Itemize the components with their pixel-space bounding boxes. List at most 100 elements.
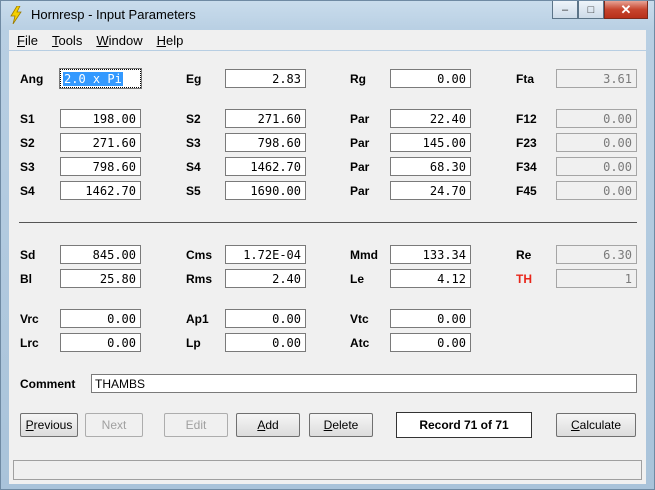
horn-f45-label: F45	[516, 184, 537, 198]
chamber-vtc-label: Vtc	[350, 312, 369, 326]
horn-par-label: Par	[350, 184, 370, 198]
eg-label: Eg	[186, 72, 202, 86]
horn-f23-field: 0.00	[556, 133, 637, 152]
menu-window-rest: indow	[108, 32, 143, 48]
horn-s3-field[interactable]: 798.60	[225, 133, 306, 152]
horn-par-field[interactable]: 145.00	[390, 133, 471, 152]
close-button[interactable]: ✕	[604, 1, 648, 19]
driver-rms-label: Rms	[186, 272, 213, 286]
chamber-atc-field[interactable]: 0.00	[390, 333, 471, 352]
horn-par-label: Par	[350, 112, 370, 126]
menu-window[interactable]: Window	[96, 33, 142, 48]
menu-window-mnemonic: W	[96, 32, 109, 48]
chamber-vrc-label: Vrc	[20, 312, 39, 326]
chamber-ap1-field[interactable]: 0.00	[225, 309, 306, 328]
input-parameters-panel: Ang 2.0 x Pi Eg 2.83 Rg 0.00 Fta 3.61 S1…	[9, 51, 646, 484]
driver-sd-field[interactable]: 845.00	[60, 245, 141, 264]
add-mnemonic: A	[257, 418, 266, 432]
driver-bl-label: Bl	[20, 272, 32, 286]
horn-s1-field[interactable]: 198.00	[60, 109, 141, 128]
driver-cms-field[interactable]: 1.72E-04	[225, 245, 306, 264]
chamber-vrc-field[interactable]: 0.00	[60, 309, 141, 328]
chamber-lrc-label: Lrc	[20, 336, 39, 350]
chamber-ap1-label: Ap1	[186, 312, 209, 326]
menu-help-rest: elp	[165, 32, 184, 48]
calculate-mnemonic: C	[570, 418, 580, 432]
driver-rms-field[interactable]: 2.40	[225, 269, 306, 288]
menu-bar: File Tools Window Help	[9, 30, 646, 50]
horn-s4-field[interactable]: 1462.70	[225, 157, 306, 176]
chamber-atc-label: Atc	[350, 336, 370, 350]
ang-field[interactable]: 2.0 x Pi	[59, 68, 142, 89]
section-divider	[19, 222, 637, 223]
calculate-button[interactable]: Calculate	[556, 413, 636, 437]
comment-field[interactable]: THAMBS	[91, 374, 637, 393]
calculate-rest: alculate	[579, 418, 622, 432]
ang-label: Ang	[20, 72, 44, 86]
previous-button[interactable]: Previous	[20, 413, 78, 437]
previous-mnemonic: P	[25, 418, 34, 432]
driver-th-label: TH	[516, 272, 532, 286]
driver-re-field: 6.30	[556, 245, 637, 264]
chamber-lrc-field[interactable]: 0.00	[60, 333, 141, 352]
eg-field[interactable]: 2.83	[225, 69, 306, 88]
chamber-lp-field[interactable]: 0.00	[225, 333, 306, 352]
next-button[interactable]: Next	[85, 413, 143, 437]
comment-label: Comment	[20, 377, 76, 391]
driver-mmd-label: Mmd	[350, 248, 378, 262]
fta-label: Fta	[516, 72, 534, 86]
horn-s2-field[interactable]: 271.60	[225, 109, 306, 128]
horn-f12-label: F12	[516, 112, 537, 126]
window: Hornresp - Input Parameters – □ ✕ File T…	[0, 0, 655, 490]
horn-s3-field[interactable]: 798.60	[60, 157, 141, 176]
menu-help[interactable]: Help	[157, 33, 184, 48]
horn-par-label: Par	[350, 136, 370, 150]
horn-f34-field: 0.00	[556, 157, 637, 176]
horn-par-field[interactable]: 68.30	[390, 157, 471, 176]
edit-button[interactable]: Edit	[164, 413, 228, 437]
menu-file[interactable]: File	[17, 33, 38, 48]
horn-f23-label: F23	[516, 136, 537, 150]
horn-s4-label: S4	[186, 160, 201, 174]
previous-rest: revious	[33, 418, 73, 432]
horn-f12-field: 0.00	[556, 109, 637, 128]
driver-bl-field[interactable]: 25.80	[60, 269, 141, 288]
add-button[interactable]: Add	[236, 413, 300, 437]
title-bar[interactable]: Hornresp - Input Parameters – □ ✕	[1, 1, 654, 29]
minimize-button[interactable]: –	[552, 1, 578, 19]
horn-par-label: Par	[350, 160, 370, 174]
horn-s3-label: S3	[186, 136, 201, 150]
maximize-button[interactable]: □	[578, 1, 604, 19]
horn-s5-field[interactable]: 1690.00	[225, 181, 306, 200]
chamber-vtc-field[interactable]: 0.00	[390, 309, 471, 328]
window-title: Hornresp - Input Parameters	[31, 7, 196, 22]
horn-s3-label: S3	[20, 160, 35, 174]
menu-tools-rest: ools	[58, 32, 83, 48]
delete-rest: elete	[332, 418, 359, 432]
menu-help-mnemonic: H	[156, 32, 166, 48]
horn-f34-label: F34	[516, 160, 537, 174]
menu-tools[interactable]: Tools	[52, 33, 82, 48]
rg-label: Rg	[350, 72, 366, 86]
horn-s2-field[interactable]: 271.60	[60, 133, 141, 152]
delete-button[interactable]: Delete	[309, 413, 373, 437]
driver-mmd-field[interactable]: 133.34	[390, 245, 471, 264]
driver-sd-label: Sd	[20, 248, 36, 262]
driver-le-field[interactable]: 4.12	[390, 269, 471, 288]
delete-mnemonic: D	[323, 418, 333, 432]
fta-field: 3.61	[556, 69, 637, 88]
lightning-bolt-icon	[10, 6, 22, 24]
record-indicator: Record 71 of 71	[396, 412, 532, 438]
horn-par-field[interactable]: 22.40	[390, 109, 471, 128]
horn-par-field[interactable]: 24.70	[390, 181, 471, 200]
menu-file-mnemonic: F	[17, 32, 25, 48]
ang-value: 2.0 x Pi	[63, 72, 123, 86]
horn-s4-field[interactable]: 1462.70	[60, 181, 141, 200]
rg-field[interactable]: 0.00	[390, 69, 471, 88]
driver-le-label: Le	[350, 272, 365, 286]
horn-s2-label: S2	[186, 112, 201, 126]
horn-s5-label: S5	[186, 184, 201, 198]
status-bar	[13, 460, 642, 480]
driver-re-label: Re	[516, 248, 532, 262]
chamber-lp-label: Lp	[186, 336, 201, 350]
